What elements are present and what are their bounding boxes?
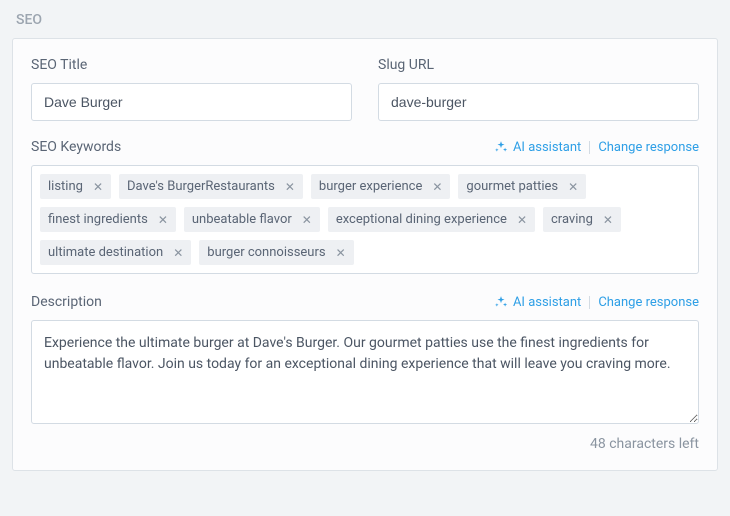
description-label: Description bbox=[31, 294, 102, 310]
remove-tag-icon[interactable]: ✕ bbox=[568, 181, 578, 193]
description-actions: AI assistant Change response bbox=[494, 295, 699, 310]
remove-tag-icon[interactable]: ✕ bbox=[93, 181, 103, 193]
slug-url-field: Slug URL bbox=[378, 57, 699, 121]
remove-tag-icon[interactable]: ✕ bbox=[158, 214, 168, 226]
description-header: Description AI assistant Change response bbox=[31, 294, 699, 310]
keyword-tag: listing ✕ bbox=[40, 174, 111, 199]
keywords-label: SEO Keywords bbox=[31, 139, 121, 155]
keyword-tag-label: exceptional dining experience bbox=[336, 212, 507, 227]
keyword-tag: burger experience ✕ bbox=[311, 174, 451, 199]
ai-assistant-description-button[interactable]: AI assistant bbox=[494, 295, 581, 310]
remove-tag-icon[interactable]: ✕ bbox=[603, 214, 613, 226]
top-row: SEO Title Slug URL bbox=[31, 57, 699, 121]
separator bbox=[589, 296, 590, 309]
change-response-keywords-button[interactable]: Change response bbox=[598, 140, 699, 155]
sparkle-icon bbox=[494, 140, 508, 154]
remove-tag-icon[interactable]: ✕ bbox=[517, 214, 527, 226]
keyword-tag-label: finest ingredients bbox=[48, 212, 148, 227]
keyword-tag: finest ingredients ✕ bbox=[40, 207, 176, 232]
keyword-tag: burger connoisseurs ✕ bbox=[199, 240, 353, 265]
separator bbox=[589, 141, 590, 154]
keyword-tag-label: unbeatable flavor bbox=[192, 212, 292, 227]
keywords-input[interactable]: listing✕Dave's BurgerRestaurants✕burger … bbox=[31, 165, 699, 274]
keyword-tag: Dave's BurgerRestaurants ✕ bbox=[119, 174, 303, 199]
keyword-tag: unbeatable flavor ✕ bbox=[184, 207, 320, 232]
change-response-description-button[interactable]: Change response bbox=[598, 295, 699, 310]
keyword-tag: craving ✕ bbox=[543, 207, 621, 232]
seo-panel: SEO Title Slug URL SEO Keywords AI assis… bbox=[12, 38, 718, 471]
keyword-tag-label: burger connoisseurs bbox=[207, 245, 325, 260]
keyword-tag-label: listing bbox=[48, 179, 83, 194]
seo-title-input[interactable] bbox=[31, 83, 352, 121]
slug-url-input[interactable] bbox=[378, 83, 699, 121]
keyword-tag-label: gourmet patties bbox=[466, 179, 558, 194]
keyword-tag-label: burger experience bbox=[319, 179, 422, 194]
keyword-tag-label: Dave's BurgerRestaurants bbox=[127, 179, 275, 194]
keyword-tag-label: ultimate destination bbox=[48, 245, 163, 260]
keyword-tag: exceptional dining experience ✕ bbox=[328, 207, 535, 232]
change-response-description-label: Change response bbox=[598, 295, 699, 310]
slug-url-label: Slug URL bbox=[378, 57, 699, 73]
description-textarea[interactable] bbox=[31, 320, 699, 424]
seo-title-label: SEO Title bbox=[31, 57, 352, 73]
remove-tag-icon[interactable]: ✕ bbox=[336, 247, 346, 259]
description-charcount: 48 characters left bbox=[31, 436, 699, 452]
seo-title-field: SEO Title bbox=[31, 57, 352, 121]
keywords-header: SEO Keywords AI assistant Change respons… bbox=[31, 139, 699, 155]
panel-title: SEO bbox=[16, 12, 718, 28]
ai-assistant-keywords-button[interactable]: AI assistant bbox=[494, 140, 581, 155]
change-response-keywords-label: Change response bbox=[598, 140, 699, 155]
sparkle-icon bbox=[494, 295, 508, 309]
remove-tag-icon[interactable]: ✕ bbox=[173, 247, 183, 259]
ai-assistant-keywords-label: AI assistant bbox=[513, 140, 581, 155]
ai-assistant-description-label: AI assistant bbox=[513, 295, 581, 310]
keywords-actions: AI assistant Change response bbox=[494, 140, 699, 155]
keyword-tag-label: craving bbox=[551, 212, 593, 227]
remove-tag-icon[interactable]: ✕ bbox=[302, 214, 312, 226]
keyword-tag: gourmet patties ✕ bbox=[458, 174, 586, 199]
keyword-tag: ultimate destination ✕ bbox=[40, 240, 191, 265]
remove-tag-icon[interactable]: ✕ bbox=[432, 181, 442, 193]
remove-tag-icon[interactable]: ✕ bbox=[285, 181, 295, 193]
